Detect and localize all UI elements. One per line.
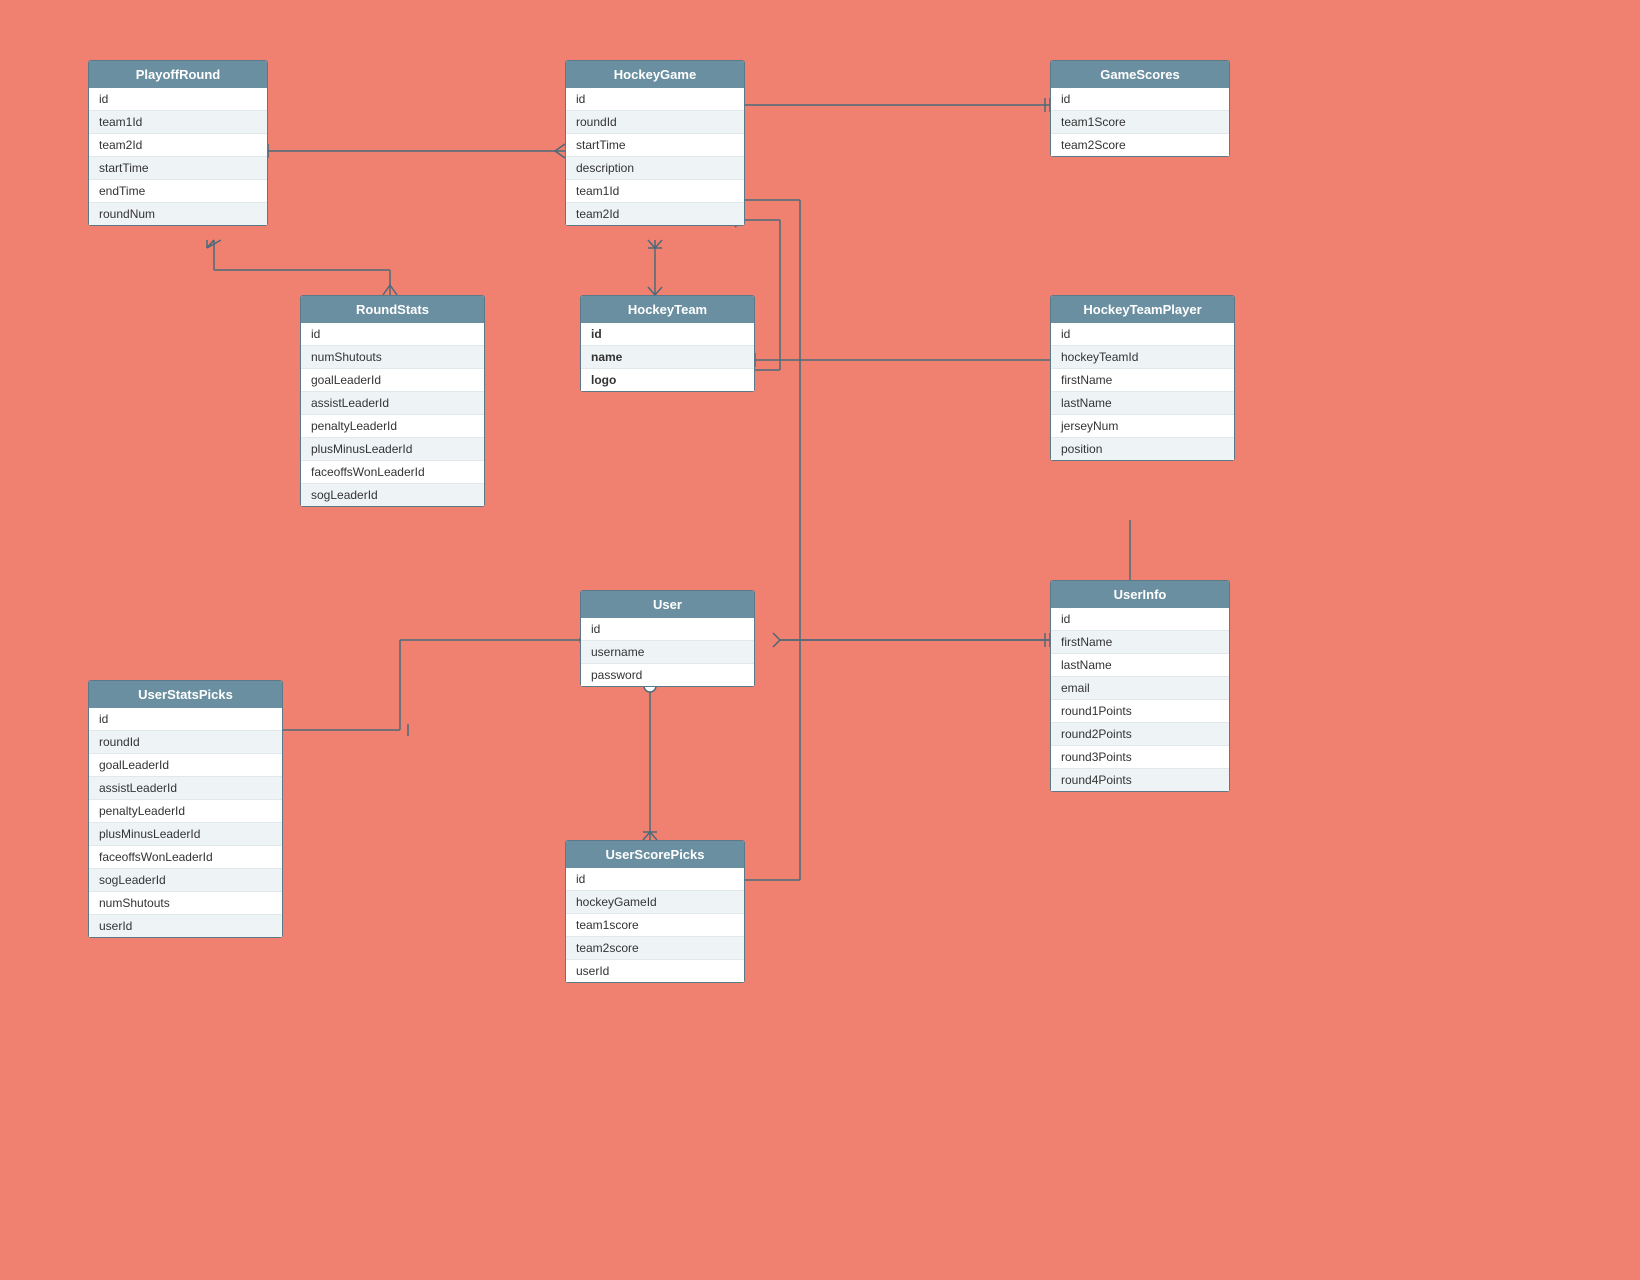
hockeygame-row-id: id	[566, 88, 744, 111]
entity-roundstats: RoundStats id numShutouts goalLeaderId a…	[300, 295, 485, 507]
hockeyteam-row-logo: logo	[581, 369, 754, 391]
userstatspicks-row-goalleaderid: goalLeaderId	[89, 754, 282, 777]
entity-playoffround: PlayoffRound id team1Id team2Id startTim…	[88, 60, 268, 226]
userscorepicks-header: UserScorePicks	[566, 841, 744, 868]
userinfo-row-round2points: round2Points	[1051, 723, 1229, 746]
userinfo-row-id: id	[1051, 608, 1229, 631]
entity-userstatspicks: UserStatsPicks id roundId goalLeaderId a…	[88, 680, 283, 938]
hockeygame-header: HockeyGame	[566, 61, 744, 88]
entity-user: User id username password	[580, 590, 755, 687]
entity-userinfo: UserInfo id firstName lastName email rou…	[1050, 580, 1230, 792]
playoffround-row-roundnum: roundNum	[89, 203, 267, 225]
hockeyteamplayer-row-id: id	[1051, 323, 1234, 346]
userstatspicks-row-roundid: roundId	[89, 731, 282, 754]
playoffround-row-team2id: team2Id	[89, 134, 267, 157]
userinfo-row-lastname: lastName	[1051, 654, 1229, 677]
user-row-username: username	[581, 641, 754, 664]
entity-hockeygame: HockeyGame id roundId startTime descript…	[565, 60, 745, 226]
userstatspicks-row-id: id	[89, 708, 282, 731]
roundstats-row-id: id	[301, 323, 484, 346]
gamescores-row-id: id	[1051, 88, 1229, 111]
userinfo-header: UserInfo	[1051, 581, 1229, 608]
hockeyteamplayer-header: HockeyTeamPlayer	[1051, 296, 1234, 323]
hockeyteamplayer-row-hockeyteamid: hockeyTeamId	[1051, 346, 1234, 369]
playoffround-row-team1id: team1Id	[89, 111, 267, 134]
hockeyteamplayer-row-jerseynum: jerseyNum	[1051, 415, 1234, 438]
hockeyteam-row-name: name	[581, 346, 754, 369]
userstatspicks-row-plusminusleaderid: plusMinusLeaderId	[89, 823, 282, 846]
playoffround-row-starttime: startTime	[89, 157, 267, 180]
hockeyteam-header: HockeyTeam	[581, 296, 754, 323]
hockeyteamplayer-row-lastname: lastName	[1051, 392, 1234, 415]
userinfo-row-round3points: round3Points	[1051, 746, 1229, 769]
roundstats-row-faceoffswonleaderid: faceoffsWonLeaderId	[301, 461, 484, 484]
entity-gamescores: GameScores id team1Score team2Score	[1050, 60, 1230, 157]
hockeygame-row-description: description	[566, 157, 744, 180]
userstatspicks-row-numshutouts: numShutouts	[89, 892, 282, 915]
diagram-container: PlayoffRound id team1Id team2Id startTim…	[0, 0, 1640, 1280]
hockeygame-row-starttime: startTime	[566, 134, 744, 157]
hockeyteamplayer-row-position: position	[1051, 438, 1234, 460]
userstatspicks-row-userid: userId	[89, 915, 282, 937]
playoffround-row-endtime: endTime	[89, 180, 267, 203]
userscorepicks-row-id: id	[566, 868, 744, 891]
roundstats-row-goalleaderid: goalLeaderId	[301, 369, 484, 392]
userstatspicks-row-faceoffswonleaderid: faceoffsWonLeaderId	[89, 846, 282, 869]
userstatspicks-row-penaltyleaderid: penaltyLeaderId	[89, 800, 282, 823]
roundstats-row-numshutouts: numShutouts	[301, 346, 484, 369]
userscorepicks-row-team1score: team1score	[566, 914, 744, 937]
userstatspicks-row-assistleaderid: assistLeaderId	[89, 777, 282, 800]
hockeyteam-row-id: id	[581, 323, 754, 346]
userscorepicks-row-hockeygameid: hockeyGameId	[566, 891, 744, 914]
hockeygame-row-roundid: roundId	[566, 111, 744, 134]
roundstats-row-plusminusleaderid: plusMinusLeaderId	[301, 438, 484, 461]
hockeyteamplayer-row-firstname: firstName	[1051, 369, 1234, 392]
roundstats-row-sogleaderid: sogLeaderId	[301, 484, 484, 506]
entity-hockeyteam: HockeyTeam id name logo	[580, 295, 755, 392]
user-header: User	[581, 591, 754, 618]
gamescores-row-team1score: team1Score	[1051, 111, 1229, 134]
userinfo-row-round4points: round4Points	[1051, 769, 1229, 791]
entity-userscorepicks: UserScorePicks id hockeyGameId team1scor…	[565, 840, 745, 983]
userstatspicks-header: UserStatsPicks	[89, 681, 282, 708]
playoffround-row-id: id	[89, 88, 267, 111]
user-row-password: password	[581, 664, 754, 686]
gamescores-row-team2score: team2Score	[1051, 134, 1229, 156]
user-row-id: id	[581, 618, 754, 641]
roundstats-row-penaltyleaderid: penaltyLeaderId	[301, 415, 484, 438]
userinfo-row-email: email	[1051, 677, 1229, 700]
userstatspicks-row-sogleaderid: sogLeaderId	[89, 869, 282, 892]
roundstats-header: RoundStats	[301, 296, 484, 323]
userinfo-row-firstname: firstName	[1051, 631, 1229, 654]
userscorepicks-row-team2score: team2score	[566, 937, 744, 960]
userinfo-row-round1points: round1Points	[1051, 700, 1229, 723]
roundstats-row-assistleaderid: assistLeaderId	[301, 392, 484, 415]
userscorepicks-row-userid: userId	[566, 960, 744, 982]
hockeygame-row-team2id: team2Id	[566, 203, 744, 225]
hockeygame-row-team1id: team1Id	[566, 180, 744, 203]
entity-hockeyteamplayer: HockeyTeamPlayer id hockeyTeamId firstNa…	[1050, 295, 1235, 461]
playoffround-header: PlayoffRound	[89, 61, 267, 88]
gamescores-header: GameScores	[1051, 61, 1229, 88]
